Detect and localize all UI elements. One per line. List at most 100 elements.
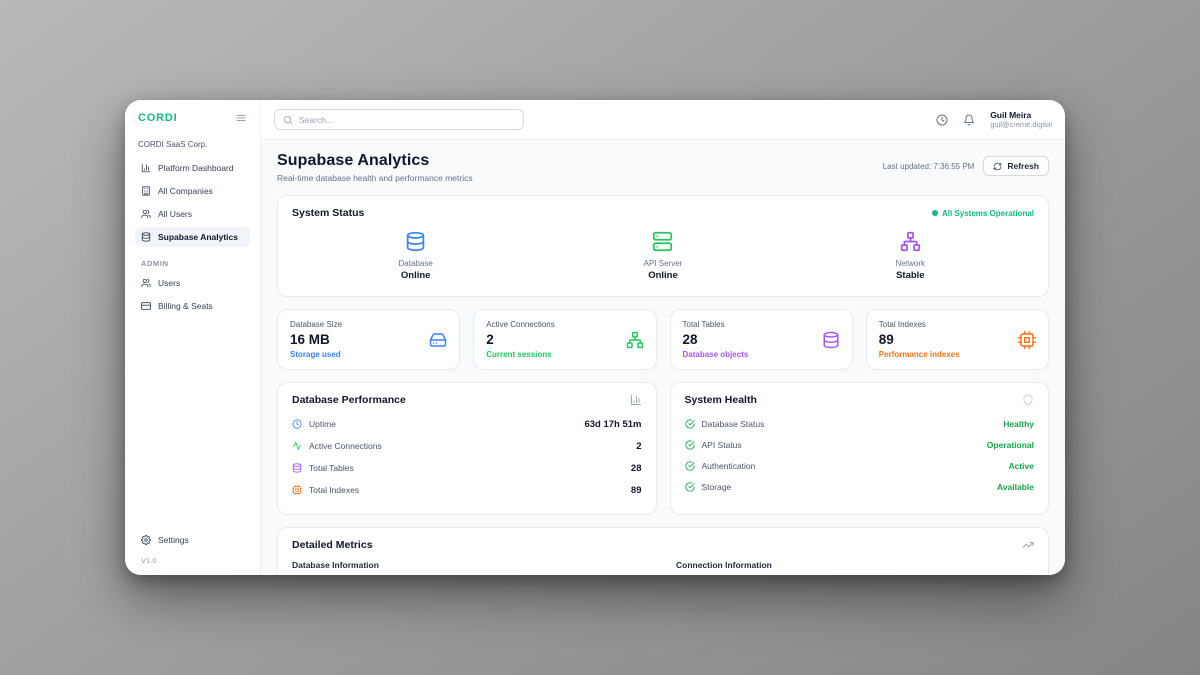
metric-value: 2 [486, 332, 554, 347]
system-status-card: System Status All Systems Operational Da… [277, 195, 1049, 297]
menu-icon[interactable] [235, 112, 247, 124]
status-dot-icon [932, 210, 938, 216]
database-icon [292, 463, 302, 473]
health-row-value: Operational [987, 440, 1034, 450]
sidebar-item-billing-seats[interactable]: Billing & Seats [135, 296, 250, 316]
metric-sublabel: Database objects [683, 350, 749, 359]
check-circle-icon [685, 419, 695, 429]
performance-row-value: 89 [631, 485, 642, 496]
detail-column-title: Connection Information [676, 560, 1034, 570]
sidebar-admin-nav: Users Billing & Seats [135, 273, 250, 319]
refresh-button[interactable]: Refresh [983, 156, 1049, 176]
content: Supabase Analytics Real-time database he… [261, 140, 1065, 575]
performance-title: Database Performance [292, 394, 406, 406]
sidebar-item-supabase-analytics[interactable]: Supabase Analytics [135, 227, 250, 247]
shield-icon [1022, 394, 1034, 406]
status-item-label: API Server [644, 259, 683, 268]
network-icon [626, 331, 644, 349]
database-icon [822, 331, 840, 349]
performance-row-value: 63d 17h 51m [584, 419, 641, 430]
status-item-database: Database Online [292, 231, 539, 281]
check-circle-icon [685, 482, 695, 492]
status-item-value: Online [401, 270, 431, 281]
server-icon [652, 231, 673, 252]
bar-chart-icon [630, 394, 642, 406]
status-item-label: Database [399, 259, 433, 268]
detail-column-title: Database Information [292, 560, 650, 570]
system-health-card: System Health Database StatusHealthyAPI … [670, 382, 1050, 515]
metric-sublabel: Storage used [290, 350, 342, 359]
app-logo: CORDI [138, 112, 177, 124]
status-item-value: Stable [896, 270, 925, 281]
health-row-label: API Status [702, 440, 742, 450]
overall-status-badge: All Systems Operational [932, 209, 1034, 218]
database-performance-card: Database Performance Uptime63d 17h 51mAc… [277, 382, 657, 515]
gear-icon [141, 535, 151, 545]
sidebar-item-settings[interactable]: Settings [135, 530, 250, 550]
sidebar-item-all-users[interactable]: All Users [135, 204, 250, 224]
performance-row-value: 28 [631, 463, 642, 474]
metric-sublabel: Current sessions [486, 350, 554, 359]
cpu-icon [1018, 331, 1036, 349]
health-row-storage: Storage Available [685, 476, 1035, 497]
performance-row-total-tables: Total Tables 28 [292, 457, 642, 479]
metric-card-database-size: Database Size 16 MB Storage used [277, 309, 460, 370]
detailed-metrics-card: Detailed Metrics Database InformationDat… [277, 527, 1049, 575]
metric-value: 89 [879, 332, 960, 347]
health-row-api-status: API Status Operational [685, 434, 1035, 455]
page-title: Supabase Analytics [277, 152, 473, 170]
search-box[interactable] [274, 109, 524, 130]
clock-icon[interactable] [936, 114, 948, 126]
sidebar-item-label: Supabase Analytics [158, 232, 238, 242]
sidebar-item-all-companies[interactable]: All Companies [135, 181, 250, 201]
activity-icon [292, 441, 302, 451]
metric-card-total-tables: Total Tables 28 Database objects [670, 309, 853, 370]
metric-card-total-indexes: Total Indexes 89 Performance indexes [866, 309, 1049, 370]
metric-label: Total Indexes [879, 320, 960, 329]
sidebar-item-label: Billing & Seats [158, 301, 213, 311]
app-window: CORDI CORDI SaaS Corp. Platform Dashboar… [125, 100, 1065, 575]
detail-column-connection-information: Connection InformationActive Connections… [676, 560, 1034, 575]
sidebar-nav: Platform Dashboard All Companies All Users… [135, 158, 250, 250]
system-status-title: System Status [292, 207, 364, 219]
metric-value: 16 MB [290, 332, 342, 347]
health-row-label: Database Status [702, 419, 765, 429]
search-input[interactable] [299, 115, 515, 125]
refresh-icon [993, 162, 1002, 171]
metric-label: Total Tables [683, 320, 749, 329]
sidebar-item-users[interactable]: Users [135, 273, 250, 293]
org-label: CORDI SaaS Corp. [135, 140, 250, 149]
metric-sublabel: Performance indexes [879, 350, 960, 359]
admin-section-label: ADMIN [141, 259, 244, 268]
credit-card-icon [141, 301, 151, 311]
sidebar-item-platform-dashboard[interactable]: Platform Dashboard [135, 158, 250, 178]
user-block[interactable]: Guil Meira guil@creme.digital [990, 110, 1052, 130]
search-icon [283, 115, 293, 125]
performance-row-label: Uptime [309, 419, 336, 429]
sidebar-item-label: Settings [158, 535, 189, 545]
health-row-value: Available [997, 482, 1034, 492]
sidebar: CORDI CORDI SaaS Corp. Platform Dashboar… [125, 100, 261, 575]
detailed-title: Detailed Metrics [292, 539, 373, 551]
page-subtitle: Real-time database health and performanc… [277, 173, 473, 183]
hard-drive-icon [429, 331, 447, 349]
app-version: V1.0 [135, 553, 250, 565]
detail-columns: Database InformationDatabase Size:16 MBC… [292, 560, 1034, 575]
database-icon [141, 232, 151, 242]
performance-row-label: Total Tables [309, 463, 354, 473]
bell-icon[interactable] [963, 114, 975, 126]
network-icon [900, 231, 921, 252]
health-row-value: Active [1008, 461, 1034, 471]
database-icon [405, 231, 426, 252]
sidebar-item-label: All Users [158, 209, 192, 219]
health-row-authentication: Authentication Active [685, 455, 1035, 476]
performance-rows: Uptime63d 17h 51mActive Connections2Tota… [292, 413, 642, 501]
metric-label: Database Size [290, 320, 342, 329]
health-title: System Health [685, 394, 757, 406]
sidebar-item-label: All Companies [158, 186, 213, 196]
metric-value: 28 [683, 332, 749, 347]
status-item-api-server: API ServerOnline [539, 231, 786, 281]
health-row-label: Storage [702, 482, 732, 492]
last-updated: Last updated: 7:36:55 PM [883, 162, 975, 171]
health-row-label: Authentication [702, 461, 756, 471]
